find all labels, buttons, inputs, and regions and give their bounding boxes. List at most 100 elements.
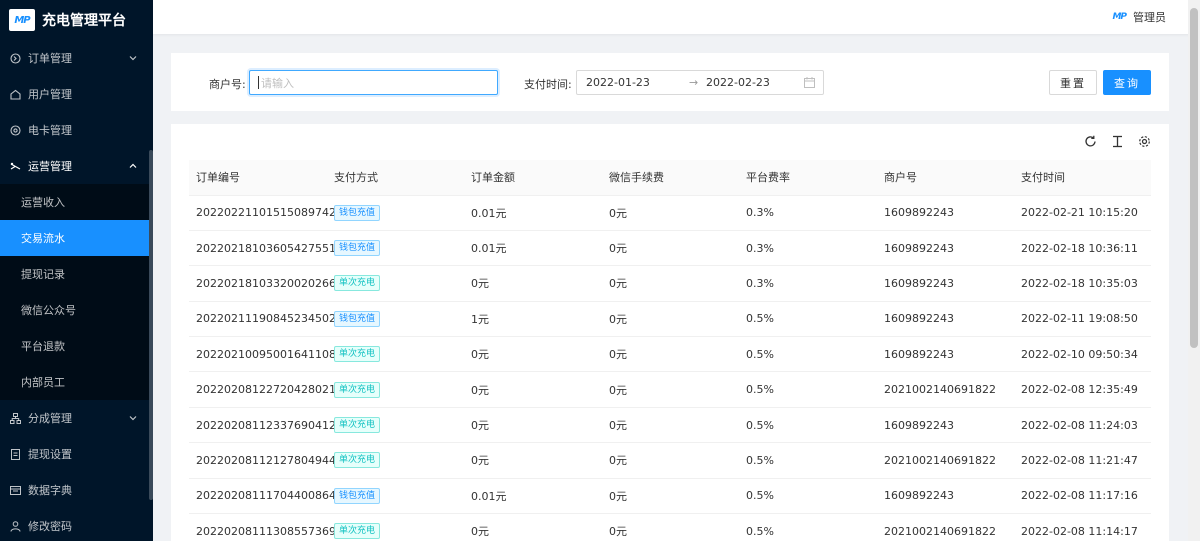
page-scrollbar[interactable] bbox=[1188, 0, 1200, 541]
refresh-icon[interactable] bbox=[1083, 134, 1097, 148]
pay-method-cell: 单次充电 bbox=[327, 513, 464, 541]
dictionary-icon bbox=[9, 484, 21, 496]
order-no-cell: 20220211190845234502 bbox=[189, 301, 336, 338]
submenu-item-label: 平台退款 bbox=[21, 340, 65, 353]
submenu-item-label: 微信公众号 bbox=[21, 304, 76, 317]
logo-icon: MP bbox=[9, 9, 35, 31]
reset-button[interactable]: 重置 bbox=[1049, 70, 1097, 95]
sidebar-item-label: 运营管理 bbox=[28, 160, 72, 173]
table-row: 20220208111308557369 单次充电 0元 0元 0.5% 20210021… bbox=[189, 513, 1151, 541]
column-height-icon[interactable] bbox=[1110, 134, 1124, 148]
table-row: 20220208112127804944 单次充电 0元 0元 0.5% 20210021… bbox=[189, 442, 1151, 479]
merchant-cell: 2021002140691822 bbox=[877, 371, 1014, 408]
pay-method-cell: 单次充电 bbox=[327, 336, 464, 373]
app-title: 充电管理平台 bbox=[42, 13, 126, 29]
rate-cell: 0.3% bbox=[739, 230, 877, 267]
sidebar-item-split[interactable]: 分成管理 bbox=[0, 400, 153, 436]
table-row: 20220208112337690412 单次充电 0元 0元 0.5% 16098922… bbox=[189, 407, 1151, 444]
table-toolbar bbox=[1070, 134, 1151, 148]
sidebar-item-dictionary[interactable]: 数据字典 bbox=[0, 472, 153, 508]
rate-cell: 0.5% bbox=[739, 301, 877, 338]
pay-time-cell: 2022-02-08 11:21:47 bbox=[1014, 442, 1151, 479]
pay-time-cell: 2022-02-11 19:08:50 bbox=[1014, 301, 1151, 338]
date-separator-icon: → bbox=[689, 76, 699, 89]
table-row: 20220218103320020266 单次充电 0元 0元 0.3% 16098922… bbox=[189, 265, 1151, 302]
page-scrollbar-thumb[interactable] bbox=[1190, 8, 1198, 348]
merchant-cell: 1609892243 bbox=[877, 265, 1014, 302]
merchant-cell: 1609892243 bbox=[877, 195, 1014, 231]
pay-time-cell: 2022-02-08 12:35:49 bbox=[1014, 371, 1151, 408]
sidebar-item-card[interactable]: 电卡管理 bbox=[0, 112, 153, 148]
lock-icon bbox=[9, 520, 21, 532]
sidebar-item-label: 提现设置 bbox=[28, 448, 72, 461]
logo-row: MP 充电管理平台 bbox=[0, 0, 153, 40]
merchant-input[interactable]: 请输入 bbox=[249, 70, 498, 95]
merchant-cell: 1609892243 bbox=[877, 301, 1014, 338]
column-header: 订单金额 bbox=[464, 160, 602, 196]
date-start[interactable]: 2022-01-23 bbox=[586, 76, 650, 89]
pay-time-cell: 2022-02-08 11:17:16 bbox=[1014, 478, 1151, 515]
date-end[interactable]: 2022-02-23 bbox=[706, 76, 770, 89]
sidebar-item-label: 用户管理 bbox=[28, 88, 72, 101]
merchant-cell: 1609892243 bbox=[877, 407, 1014, 444]
rate-cell: 0.3% bbox=[739, 195, 877, 231]
merchant-cell: 1609892243 bbox=[877, 336, 1014, 373]
admin-menu[interactable]: MP 管理员 bbox=[1112, 9, 1166, 25]
sidebar-scrollbar[interactable] bbox=[149, 150, 153, 500]
merchant-label: 商户号: bbox=[209, 78, 246, 91]
submenu-item-label: 内部员工 bbox=[21, 376, 65, 389]
wx-fee-cell: 0元 bbox=[602, 336, 739, 373]
amount-cell: 0.01元 bbox=[464, 195, 602, 231]
pay-method-tag: 单次充电 bbox=[334, 452, 381, 469]
pay-method-tag: 单次充电 bbox=[334, 275, 381, 292]
pay-method-cell: 钱包充值 bbox=[327, 230, 464, 267]
submenu-operation: 运营收入交易流水提现记录微信公众号平台退款内部员工 bbox=[0, 184, 153, 400]
sidebar-item-order[interactable]: 订单管理 bbox=[0, 40, 153, 76]
amount-cell: 0元 bbox=[464, 442, 602, 479]
column-header: 微信手续费 bbox=[602, 160, 739, 196]
settings-icon[interactable] bbox=[1137, 134, 1151, 148]
submenu-item[interactable]: 内部员工 bbox=[0, 364, 153, 400]
submenu-item-label: 交易流水 bbox=[21, 232, 65, 245]
submenu-item[interactable]: 运营收入 bbox=[0, 184, 153, 220]
table-row: 20220211190845234502 钱包充值 1元 0元 0.5% 16098922… bbox=[189, 301, 1151, 338]
column-header: 平台费率 bbox=[739, 160, 877, 196]
split-icon bbox=[9, 412, 21, 424]
admin-logo-icon: MP bbox=[1112, 12, 1127, 22]
rate-cell: 0.5% bbox=[739, 513, 877, 541]
amount-cell: 0元 bbox=[464, 265, 602, 302]
user-icon bbox=[9, 88, 21, 100]
column-header: 订单编号 bbox=[189, 160, 327, 196]
submenu-item[interactable]: 平台退款 bbox=[0, 328, 153, 364]
chevron-up-icon bbox=[129, 160, 137, 173]
submenu-item[interactable]: 交易流水 bbox=[0, 220, 153, 256]
sidebar-item-operation[interactable]: 运营管理 bbox=[0, 148, 153, 184]
amount-cell: 0.01元 bbox=[464, 478, 602, 515]
pay-method-tag: 单次充电 bbox=[334, 381, 381, 398]
order-no-cell: 20220210095001641108 bbox=[189, 336, 336, 373]
amount-cell: 0元 bbox=[464, 513, 602, 541]
sidebar: MP 充电管理平台 订单管理用户管理电卡管理运营管理 运营收入交易流水提现记录微… bbox=[0, 0, 153, 541]
paytime-label: 支付时间: bbox=[524, 78, 572, 91]
merchant-cell: 2021002140691822 bbox=[877, 442, 1014, 479]
submenu-item[interactable]: 微信公众号 bbox=[0, 292, 153, 328]
order-no-cell: 20220208111308557369 bbox=[189, 513, 336, 541]
pay-method-tag: 单次充电 bbox=[334, 346, 381, 363]
sidebar-item-user[interactable]: 用户管理 bbox=[0, 76, 153, 112]
calendar-icon[interactable] bbox=[804, 77, 815, 91]
date-range-picker[interactable]: 2022-01-23 → 2022-02-23 bbox=[576, 70, 824, 95]
wx-fee-cell: 0元 bbox=[602, 513, 739, 541]
sidebar-item-lock[interactable]: 修改密码 bbox=[0, 508, 153, 541]
query-button[interactable]: 查询 bbox=[1103, 70, 1151, 95]
merchant-cell: 1609892243 bbox=[877, 478, 1014, 515]
pay-method-tag: 单次充电 bbox=[334, 523, 381, 540]
admin-name: 管理员 bbox=[1133, 11, 1166, 24]
sidebar-item-withdraw[interactable]: 提现设置 bbox=[0, 436, 153, 472]
submenu-item[interactable]: 提现记录 bbox=[0, 256, 153, 292]
card-icon bbox=[9, 124, 21, 136]
wx-fee-cell: 0元 bbox=[602, 230, 739, 267]
pay-method-cell: 单次充电 bbox=[327, 407, 464, 444]
column-header: 商户号 bbox=[877, 160, 1014, 196]
order-no-cell: 20220218103605427551 bbox=[189, 230, 336, 267]
pay-method-tag: 钱包充值 bbox=[334, 240, 381, 257]
